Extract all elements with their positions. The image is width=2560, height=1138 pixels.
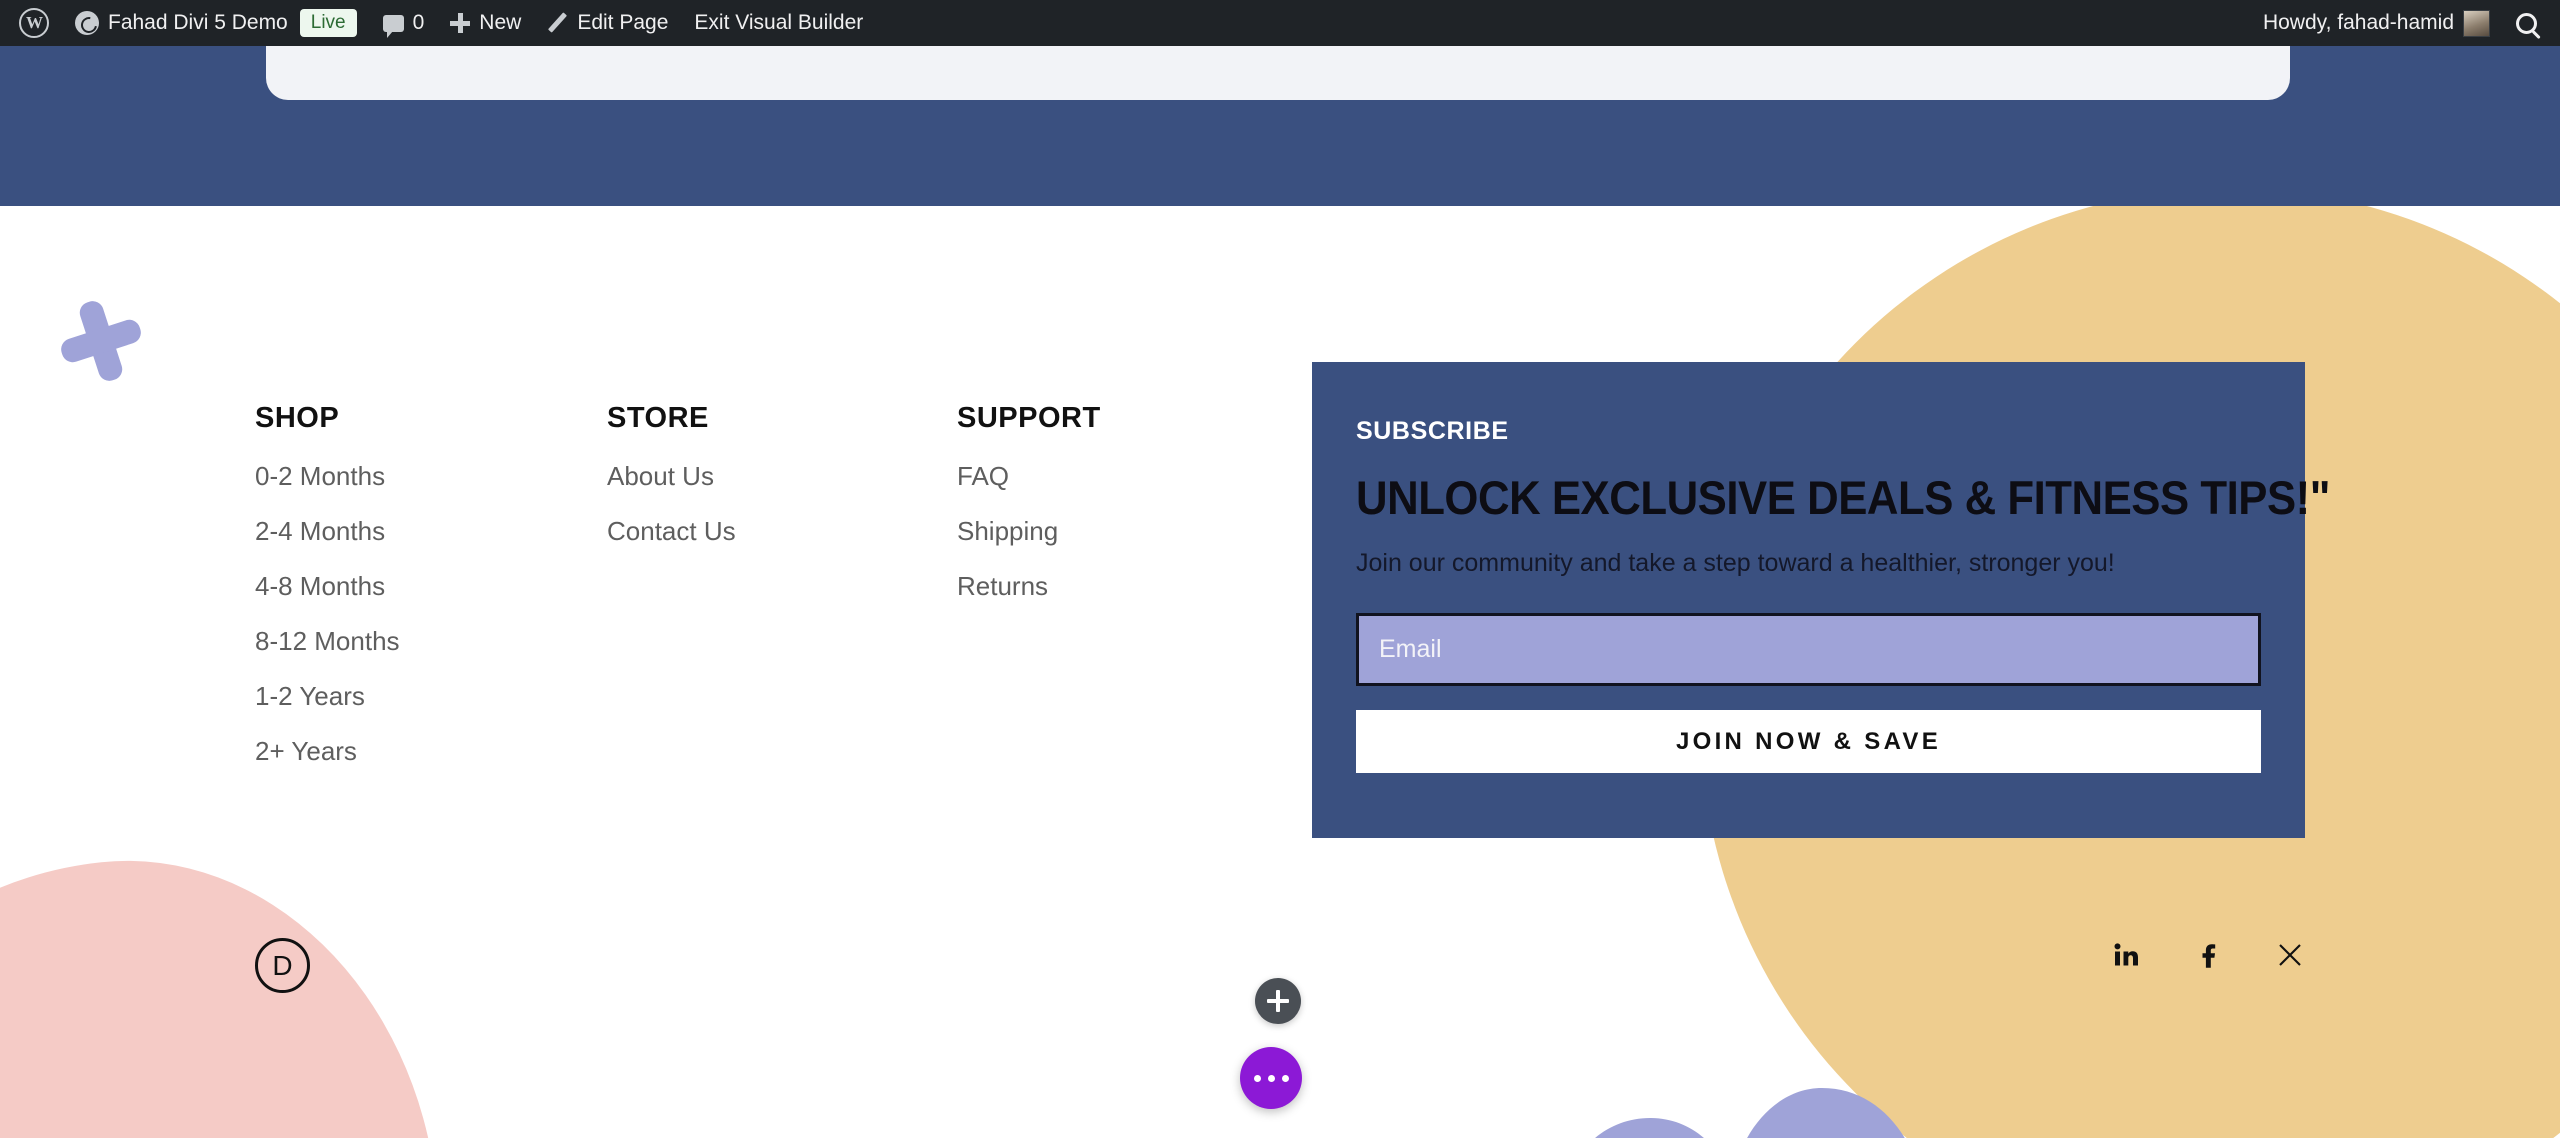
edit-page-button[interactable]: Edit Page	[534, 0, 681, 46]
footer-link-faq[interactable]: FAQ	[957, 463, 1101, 489]
facebook-icon[interactable]	[2193, 940, 2223, 970]
footer-link-8-12-months[interactable]: 8-12 Months	[255, 628, 400, 654]
footer-link-2-plus-years[interactable]: 2+ Years	[255, 738, 400, 764]
wordpress-logo-icon	[19, 8, 49, 38]
purple-plus-decoration	[49, 289, 152, 392]
footer-link-returns[interactable]: Returns	[957, 573, 1101, 599]
comment-bubble-icon	[382, 14, 404, 38]
site-name-menu[interactable]: Fahad Divi 5 Demo Live	[62, 0, 370, 46]
footer-link-shipping[interactable]: Shipping	[957, 518, 1101, 544]
footer-link-about-us[interactable]: About Us	[607, 463, 736, 489]
footer-column-store: STORE About Us Contact Us	[607, 402, 736, 573]
add-module-button[interactable]	[1255, 978, 1301, 1024]
admin-bar-left-group: Fahad Divi 5 Demo Live 0 New Edit Page E…	[0, 0, 876, 46]
comments-count: 0	[412, 11, 425, 34]
subscribe-eyebrow: SUBSCRIBE	[1356, 417, 1509, 445]
dashboard-icon	[75, 11, 99, 35]
wp-logo-menu[interactable]	[6, 0, 62, 46]
comments-menu[interactable]: 0	[370, 0, 438, 46]
footer-column-title: SUPPORT	[957, 402, 1101, 434]
social-links	[2111, 940, 2305, 970]
wp-admin-bar: Fahad Divi 5 Demo Live 0 New Edit Page E…	[0, 0, 2560, 46]
page-root: Fahad Divi 5 Demo Live 0 New Edit Page E…	[0, 0, 2560, 1138]
admin-bar-right-group: Howdy, fahad-hamid	[2250, 0, 2560, 46]
subscribe-panel: SUBSCRIBE UNLOCK EXCLUSIVE DEALS & FITNE…	[1312, 362, 2331, 838]
admin-bar-search-button[interactable]	[2503, 0, 2550, 46]
purple-cloud-decoration	[1560, 1010, 2000, 1138]
footer-link-contact-us[interactable]: Contact Us	[607, 518, 736, 544]
footer-column-support: SUPPORT FAQ Shipping Returns	[957, 402, 1101, 628]
ellipsis-dot	[1267, 1074, 1275, 1082]
edit-page-label: Edit Page	[577, 11, 669, 34]
ellipsis-dot	[1281, 1074, 1289, 1082]
join-now-and-save-button[interactable]: JOIN NOW & SAVE	[1356, 710, 2261, 774]
footer-link-1-2-years[interactable]: 1-2 Years	[255, 683, 400, 709]
top-blue-band	[0, 0, 2560, 206]
search-icon	[2516, 12, 2537, 34]
subscribe-subtext: Join our community and take a step towar…	[1356, 549, 2115, 578]
howdy-label: Howdy, fahad-hamid	[2262, 11, 2454, 34]
my-account-menu[interactable]: Howdy, fahad-hamid	[2250, 0, 2503, 46]
live-badge: Live	[299, 8, 357, 38]
avatar	[2463, 9, 2490, 37]
linkedin-icon[interactable]	[2111, 940, 2141, 970]
x-twitter-icon[interactable]	[2275, 940, 2305, 970]
divi-logo[interactable]: D	[255, 938, 310, 993]
divi-logo-letter: D	[272, 949, 293, 981]
ellipsis-dot	[1253, 1074, 1261, 1082]
new-content-menu[interactable]: New	[437, 0, 534, 46]
footer-link-0-2-months[interactable]: 0-2 Months	[255, 463, 400, 489]
footer-link-4-8-months[interactable]: 4-8 Months	[255, 573, 400, 599]
exit-visual-builder-button[interactable]: Exit Visual Builder	[681, 0, 876, 46]
footer-column-title: STORE	[607, 402, 709, 434]
pink-blob-decoration	[0, 830, 458, 1138]
footer-link-2-4-months[interactable]: 2-4 Months	[255, 518, 400, 544]
footer-column-title: SHOP	[255, 402, 340, 434]
subscribe-headline: UNLOCK EXCLUSIVE DEALS & FITNESS TIPS!"	[1356, 471, 2331, 524]
exit-visual-builder-label: Exit Visual Builder	[694, 11, 864, 34]
builder-more-options-button[interactable]	[1240, 1047, 1302, 1109]
new-label: New	[479, 11, 522, 34]
pencil-icon	[547, 13, 568, 34]
site-title: Fahad Divi 5 Demo	[108, 11, 288, 34]
email-input[interactable]	[1356, 613, 2261, 687]
footer-column-shop: SHOP 0-2 Months 2-4 Months 4-8 Months 8-…	[255, 402, 400, 793]
plus-icon	[450, 13, 471, 33]
